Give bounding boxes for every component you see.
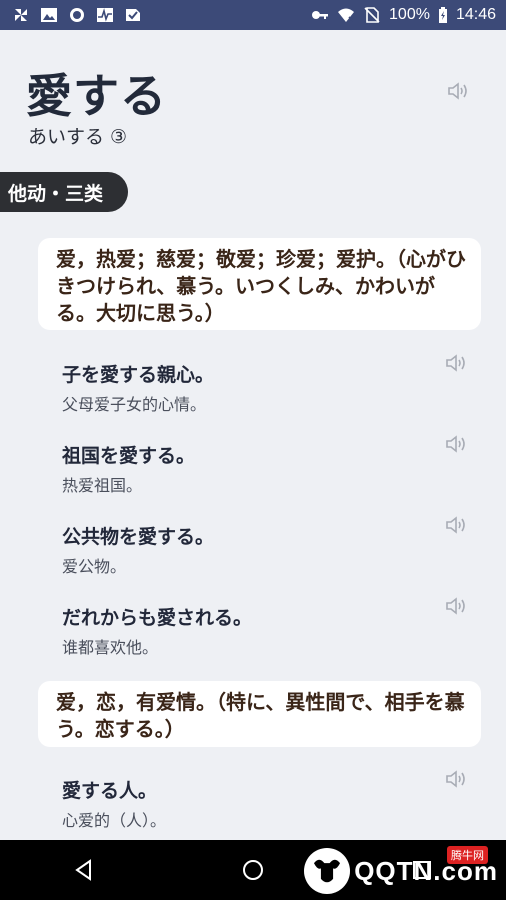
speaker-icon [446, 770, 465, 788]
example-translation: 热爱祖国。 [62, 476, 143, 495]
status-time: 14:46 [455, 6, 496, 23]
example-item: 祖国を愛する。 热爱祖国。 [62, 435, 482, 511]
wifi-icon [337, 7, 355, 23]
example-japanese: 公共物を愛する。 [62, 526, 215, 548]
speaker-icon [446, 516, 465, 534]
watermark: QQTN.com 腾牛网 [304, 846, 498, 894]
definition-card: 爱，恋，有爱情。（特に、異性間で、相手を慕う。恋する。） [38, 681, 481, 747]
entry-reading: あいする ③ [28, 126, 128, 148]
status-bar: 100% 14:46 [0, 0, 506, 30]
example-translation: 谁都喜欢他。 [62, 638, 159, 657]
example-item: 子を愛する親心。 父母爱子女的心情。 [62, 354, 482, 430]
battery-icon [438, 7, 448, 23]
status-left-icons [0, 7, 142, 23]
watermark-badge: 腾牛网 [447, 846, 488, 864]
home-circle-icon [242, 860, 263, 880]
pinwheel-icon [12, 7, 30, 23]
example-item: 愛する人。 心爱的（人）。 [62, 770, 482, 846]
example-audio-button[interactable] [444, 514, 470, 536]
check-box-icon [124, 7, 142, 23]
example-translation: 父母爱子女的心情。 [62, 395, 207, 414]
example-audio-button[interactable] [444, 433, 470, 455]
example-audio-button[interactable] [444, 352, 470, 374]
bull-logo-icon [304, 848, 351, 894]
example-japanese: 愛する人。 [62, 780, 158, 802]
example-translation: 心爱的（人）。 [62, 811, 167, 830]
example-item: だれからも愛される。 谁都喜欢他。 [62, 597, 482, 673]
speaker-icon [446, 354, 465, 372]
back-triangle-icon [75, 859, 92, 881]
example-japanese: だれからも愛される。 [62, 607, 253, 629]
back-button[interactable] [64, 850, 104, 890]
part-of-speech-tag: 他动・三类 [0, 172, 128, 212]
circle-app-icon [68, 7, 86, 23]
word-audio-button[interactable] [446, 80, 472, 102]
example-japanese: 祖国を愛する。 [62, 445, 196, 467]
example-audio-button[interactable] [444, 768, 470, 790]
example-audio-button[interactable] [444, 595, 470, 617]
home-button[interactable] [233, 850, 273, 890]
battery-percent: 100% [389, 6, 430, 23]
status-right: 100% 14:46 [311, 6, 506, 24]
entry-header: 愛する あいする ③ [0, 30, 506, 160]
image-icon [40, 7, 58, 23]
speaker-icon [448, 82, 467, 100]
definition-card: 爱，热爱；慈爱；敬爱；珍爱；爱护。（心がひきつけられ、慕う。いつくしみ、かわいが… [38, 238, 481, 330]
example-japanese: 子を愛する親心。 [62, 364, 215, 386]
activity-icon [96, 7, 114, 23]
entry-word: 愛する [26, 69, 167, 123]
key-icon [311, 7, 329, 23]
speaker-icon [446, 597, 465, 615]
example-item: 公共物を愛する。 爱公物。 [62, 516, 482, 592]
example-translation: 爱公物。 [62, 557, 127, 576]
speaker-icon [446, 435, 465, 453]
no-sim-icon [363, 7, 381, 23]
